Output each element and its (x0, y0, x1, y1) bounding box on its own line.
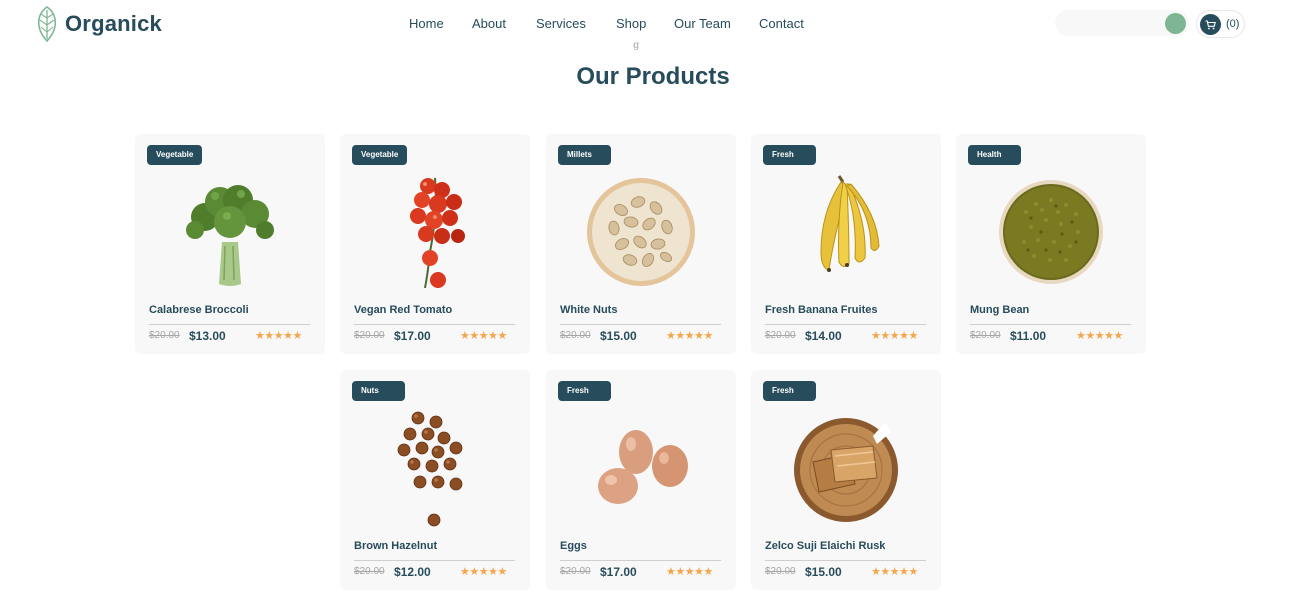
product-name[interactable]: Brown Hazelnut (354, 540, 437, 552)
product-name[interactable]: Fresh Banana Fruites (765, 304, 877, 316)
category-badge: Millets (558, 145, 611, 165)
price: $15.00 (805, 565, 842, 579)
divider (765, 560, 926, 561)
nav-our-team[interactable]: Our Team (674, 16, 731, 31)
category-badge: Fresh (763, 381, 816, 401)
nav-home[interactable]: Home (409, 16, 444, 31)
divider (149, 324, 310, 325)
old-price: $20.00 (354, 330, 385, 341)
price: $15.00 (600, 329, 637, 343)
price: $13.00 (189, 329, 226, 343)
category-badge: Health (968, 145, 1021, 165)
cart-count: (0) (1226, 18, 1240, 30)
divider (560, 560, 721, 561)
divider (765, 324, 926, 325)
old-price: $20.00 (560, 566, 591, 577)
category-badge: Fresh (763, 145, 816, 165)
product-card-zelco-suji-elaichi-rusk[interactable]: Fresh Zelco Suji Elaichi Rusk $20.00 $15… (751, 370, 941, 590)
old-price: $20.00 (970, 330, 1001, 341)
price: $17.00 (394, 329, 431, 343)
product-name[interactable]: Vegan Red Tomato (354, 304, 452, 316)
tomato-image (410, 177, 465, 289)
rating-stars-icon: ★★★★★ (255, 330, 302, 342)
banana-image (820, 175, 880, 272)
product-card-eggs[interactable]: Fresh Eggs $20.00 $17.00 ★★★★★ (546, 370, 736, 590)
category-badge: Vegetable (352, 145, 408, 165)
mung-bean-image (999, 180, 1103, 284)
rating-stars-icon: ★★★★★ (1076, 330, 1123, 342)
white-nuts-image (587, 178, 695, 286)
rating-stars-icon: ★★★★★ (460, 330, 507, 342)
product-name[interactable]: Eggs (560, 540, 587, 552)
product-name[interactable]: Calabrese Broccoli (149, 304, 249, 316)
divider (354, 324, 515, 325)
old-price: $20.00 (765, 330, 796, 341)
search-icon[interactable] (1165, 13, 1186, 34)
old-price: $20.00 (560, 330, 591, 341)
old-price: $20.00 (149, 330, 180, 341)
cart-button[interactable]: (0) (1196, 10, 1245, 38)
hazelnut-image (397, 411, 463, 527)
product-name[interactable]: Zelco Suji Elaichi Rusk (765, 540, 885, 552)
old-price: $20.00 (354, 566, 385, 577)
divider (354, 560, 515, 561)
product-card-calabrese-broccoli[interactable]: Vegetable Calabrese Broccoli $20.00 $13.… (135, 134, 325, 354)
category-badge: Fresh (558, 381, 611, 401)
price: $17.00 (600, 565, 637, 579)
cart-icon (1200, 14, 1221, 35)
product-card-white-nuts[interactable]: Millets White Nuts $20.00 $15.00 ★★★★★ (546, 134, 736, 354)
site-header: Organick Home About Services Shop Our Te… (0, 0, 1306, 48)
rating-stars-icon: ★★★★★ (666, 330, 713, 342)
rating-stars-icon: ★★★★★ (871, 330, 918, 342)
section-subtitle: g (633, 40, 640, 51)
product-name[interactable]: Mung Bean (970, 304, 1029, 316)
product-name[interactable]: White Nuts (560, 304, 617, 316)
category-badge: Nuts (352, 381, 405, 401)
category-badge: Vegetable (147, 145, 203, 165)
price: $14.00 (805, 329, 842, 343)
product-card-mung-bean[interactable]: Health Mung Bean $20.00 $11.00 ★★★★★ (956, 134, 1146, 354)
rating-stars-icon: ★★★★★ (871, 566, 918, 578)
product-card-brown-hazelnut[interactable]: Nuts Brown Hazelnut $20.00 $12.00 ★★★★★ (340, 370, 530, 590)
rating-stars-icon: ★★★★★ (460, 566, 507, 578)
nav-services[interactable]: Services (536, 16, 586, 31)
product-card-fresh-banana-fruites[interactable]: Fresh Fresh Banana Fruites $20.00 $14.00… (751, 134, 941, 354)
rating-stars-icon: ★★★★★ (666, 566, 713, 578)
divider (970, 324, 1131, 325)
old-price: $20.00 (765, 566, 796, 577)
price: $12.00 (394, 565, 431, 579)
broccoli-image (186, 185, 274, 286)
price: $11.00 (1010, 329, 1047, 343)
divider (560, 324, 721, 325)
product-card-vegan-red-tomato[interactable]: Vegetable Vegan Red Tomato $20.00 $17.00… (340, 134, 530, 354)
eggs-image (598, 430, 688, 504)
nav-about[interactable]: About (472, 16, 506, 31)
nav-shop[interactable]: Shop (616, 16, 646, 31)
rusk-image (794, 418, 898, 522)
section-title: Our Products (576, 63, 730, 90)
search-input[interactable] (1055, 10, 1189, 36)
nav-contact[interactable]: Contact (759, 16, 804, 31)
